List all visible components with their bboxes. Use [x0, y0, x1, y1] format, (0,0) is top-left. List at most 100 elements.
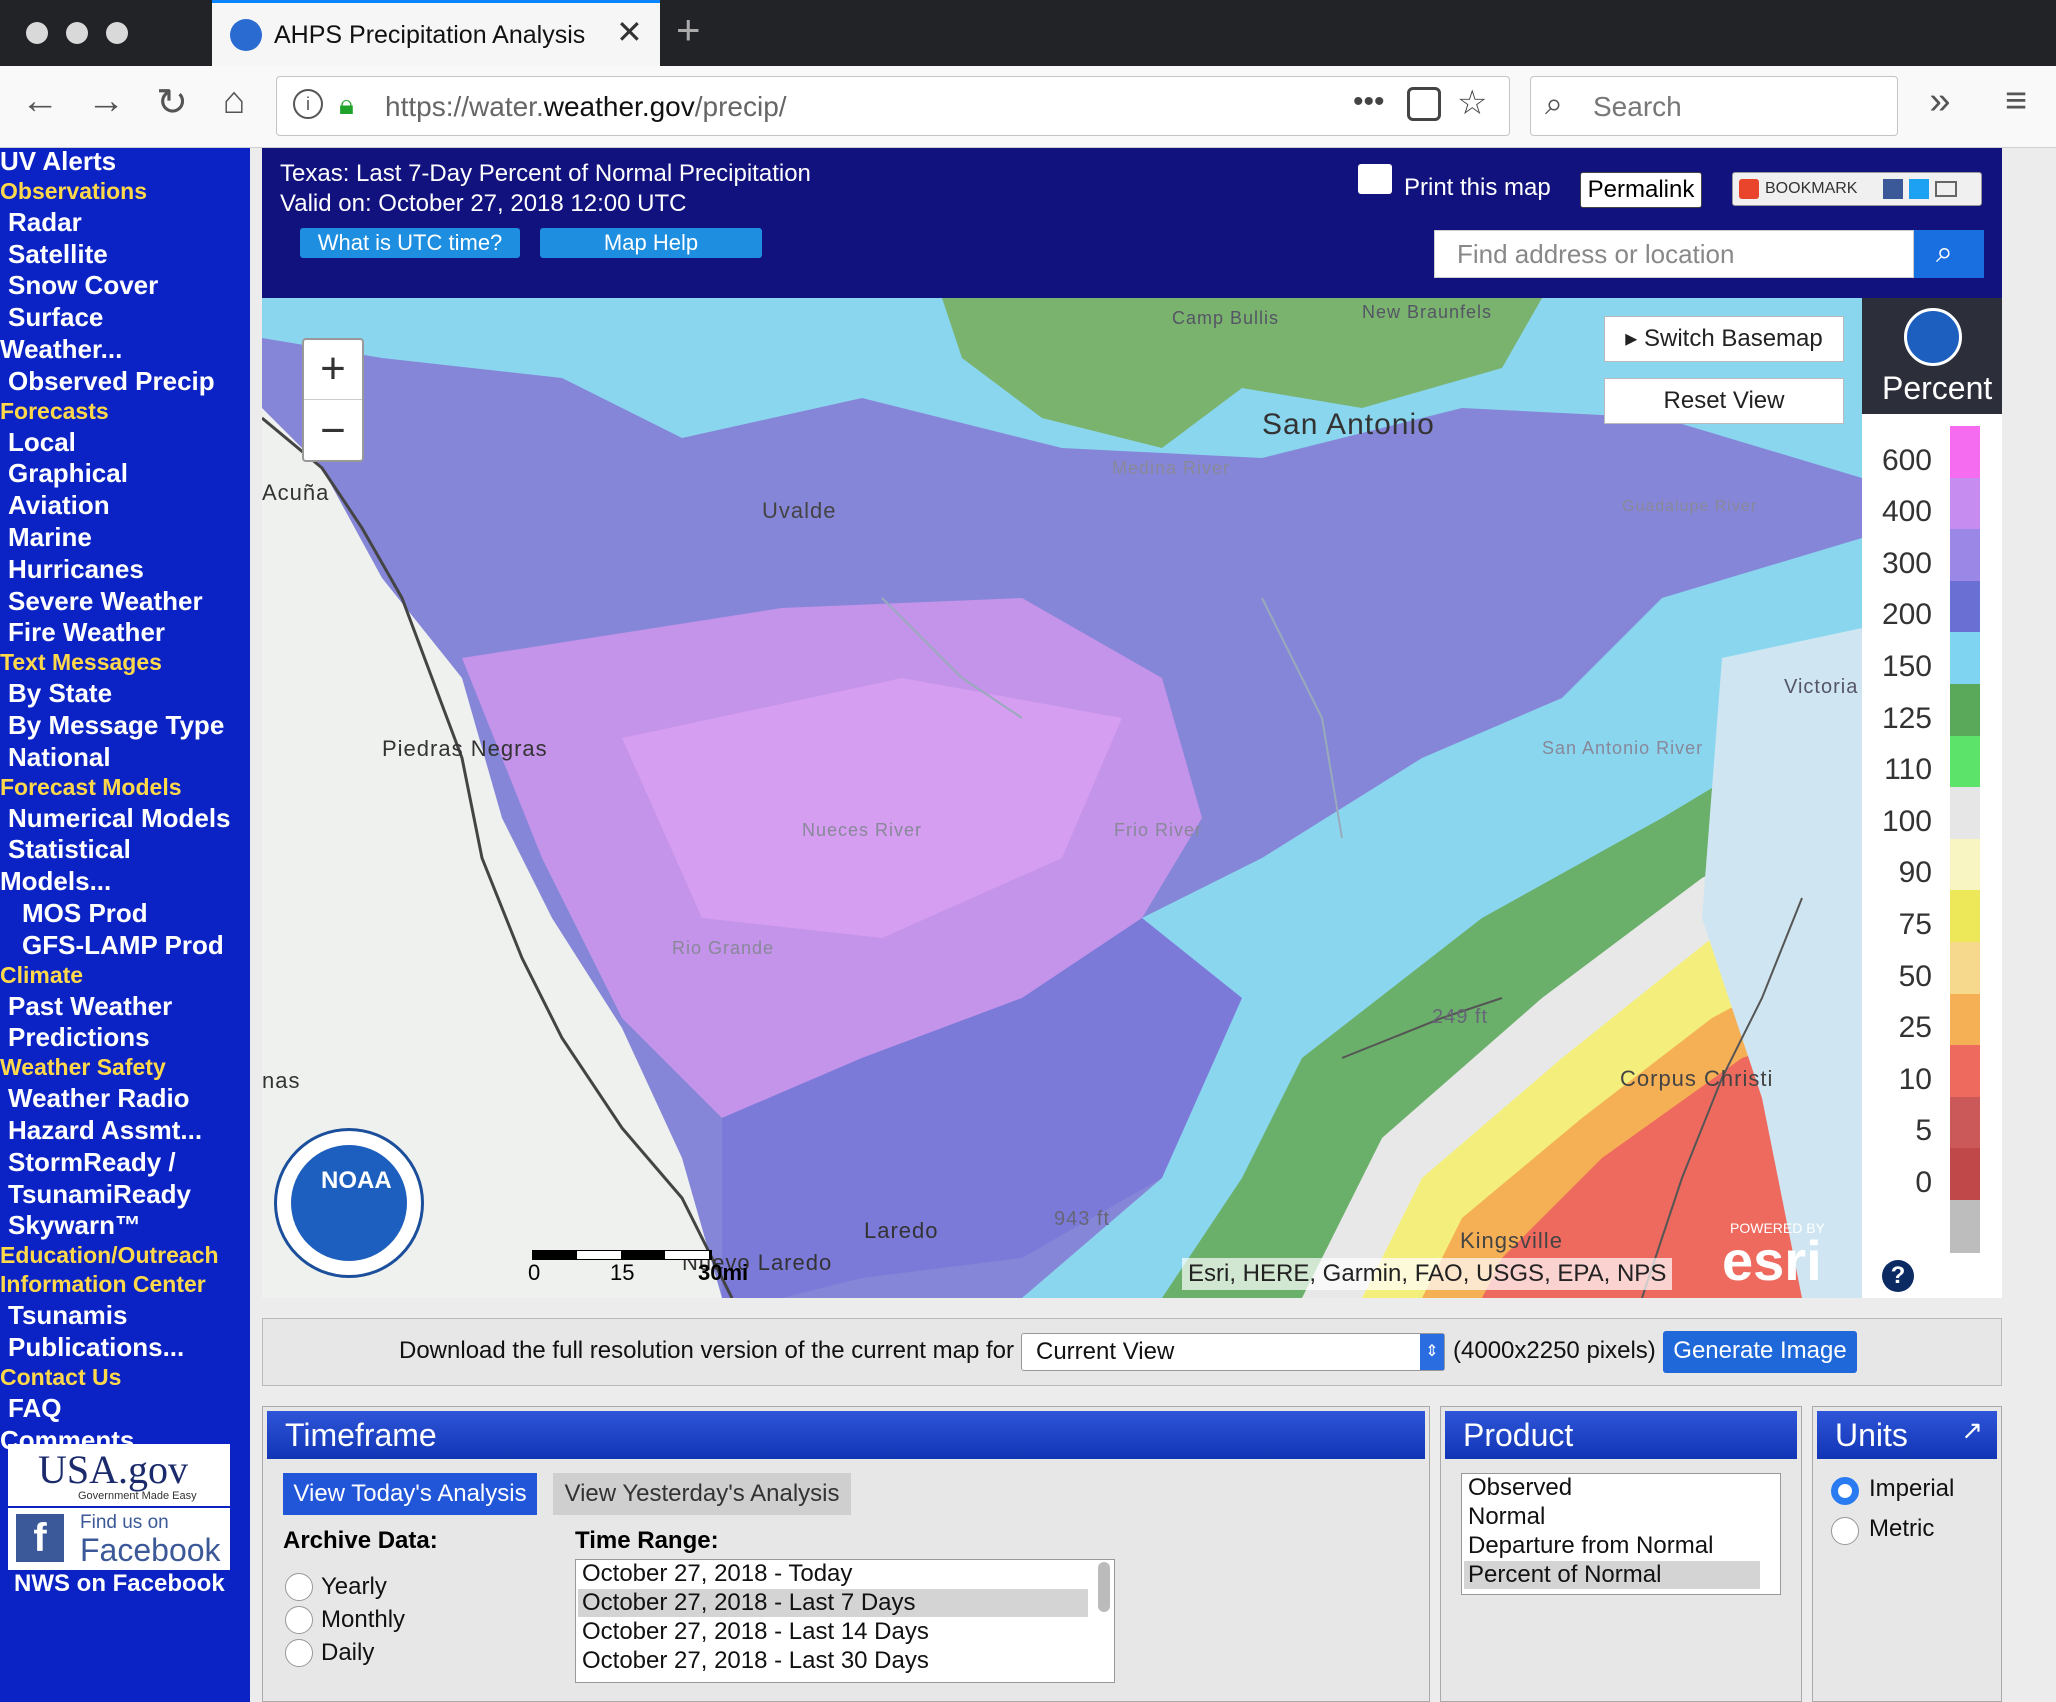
nws-facebook-link[interactable]: NWS on Facebook	[14, 1570, 225, 1598]
sidebar-item[interactable]: By Message Type	[8, 710, 224, 741]
reset-view-button[interactable]: Reset View	[1604, 378, 1844, 424]
sidebar-heading[interactable]: Text Messages	[0, 649, 162, 676]
sidebar-item[interactable]: FAQ	[8, 1393, 61, 1424]
forward-arrow-icon[interactable]: →	[80, 80, 132, 123]
sidebar-item[interactable]: Observed Precip	[8, 366, 215, 397]
product-list[interactable]: Observed Normal Departure from Normal Perce…	[1461, 1473, 1781, 1595]
sidebar-item[interactable]: By State	[8, 678, 112, 709]
overflow-chevron-icon[interactable]: »	[1914, 80, 1966, 123]
today-analysis-button[interactable]: View Today's Analysis	[283, 1473, 537, 1515]
sidebar-item[interactable]: Snow Cover	[8, 270, 158, 301]
switch-basemap-button[interactable]: ▸ Switch Basemap	[1604, 316, 1844, 362]
time-range-option[interactable]: October 27, 2018 - Last 30 Days	[578, 1647, 1088, 1675]
find-location-input[interactable]: Find address or location	[1434, 230, 1914, 278]
reload-icon[interactable]: ↻	[146, 80, 198, 125]
minimize-window-icon[interactable]	[66, 22, 88, 44]
print-map-link[interactable]: Print this map	[1404, 174, 1551, 202]
yesterday-analysis-button[interactable]: View Yesterday's Analysis	[553, 1473, 851, 1515]
time-range-option[interactable]: October 27, 2018 - Today	[578, 1560, 1088, 1588]
archive-radio-monthly[interactable]	[285, 1606, 313, 1634]
twitter-share-icon[interactable]	[1909, 179, 1929, 199]
sidebar-heading[interactable]: Forecast Models	[0, 774, 182, 801]
sidebar-item[interactable]: MOS Prod	[22, 898, 148, 929]
email-share-icon[interactable]	[1935, 181, 1957, 197]
sidebar-item[interactable]: Weather...	[0, 334, 122, 365]
sidebar-item[interactable]: Hazard Assmt...	[8, 1115, 202, 1146]
map-canvas[interactable]	[262, 298, 1862, 1298]
zoom-in-button[interactable]: +	[304, 340, 362, 400]
archive-option-label[interactable]: Monthly	[321, 1606, 405, 1634]
product-option[interactable]: Observed	[1464, 1474, 1760, 1502]
facebook-badge[interactable]: f Find us on Facebook	[8, 1508, 230, 1570]
map-help-button[interactable]: Map Help	[540, 228, 762, 258]
time-range-list[interactable]: October 27, 2018 - Today October 27, 2018…	[575, 1559, 1115, 1683]
find-search-button[interactable]: ⌕	[1914, 230, 1984, 278]
sidebar-item[interactable]: Marine	[8, 522, 92, 553]
utc-time-button[interactable]: What is UTC time?	[300, 228, 520, 258]
home-icon[interactable]: ⌂	[208, 80, 260, 123]
sidebar-item[interactable]: Tsunamis	[8, 1300, 127, 1331]
sidebar-item[interactable]: National	[8, 742, 111, 773]
units-radio-imperial[interactable]	[1831, 1477, 1859, 1505]
sidebar-item[interactable]: Surface	[8, 302, 103, 333]
facebook-share-icon[interactable]	[1883, 179, 1903, 199]
sidebar-item[interactable]: UV Alerts	[0, 148, 116, 177]
sidebar-item[interactable]: Local	[8, 427, 76, 458]
product-option[interactable]: Normal	[1464, 1503, 1760, 1531]
help-icon[interactable]: ?	[1882, 1260, 1914, 1292]
sidebar-heading[interactable]: Contact Us	[0, 1364, 121, 1391]
bookmark-star-icon[interactable]: ☆	[1457, 83, 1487, 123]
sidebar-item[interactable]: GFS-LAMP Prod	[22, 930, 224, 961]
sidebar-item[interactable]: Hurricanes	[8, 554, 144, 585]
close-window-icon[interactable]	[26, 22, 48, 44]
page-actions-icon[interactable]: •••	[1353, 85, 1385, 119]
hamburger-menu-icon[interactable]: ≡	[1990, 80, 2042, 123]
sidebar-item[interactable]: Satellite	[8, 239, 108, 270]
back-arrow-icon[interactable]: ←	[14, 80, 66, 123]
sidebar-item[interactable]: TsunamiReady	[8, 1179, 191, 1210]
sidebar-item[interactable]: Numerical Models	[8, 803, 231, 834]
sidebar-item[interactable]: Radar	[8, 207, 82, 238]
archive-radio-yearly[interactable]	[285, 1573, 313, 1601]
sidebar-heading[interactable]: Forecasts	[0, 398, 109, 425]
units-radio-metric[interactable]	[1831, 1517, 1859, 1545]
list-scrollbar[interactable]	[1098, 1562, 1110, 1612]
sidebar-item[interactable]: Graphical	[8, 458, 128, 489]
units-option-label[interactable]: Imperial	[1869, 1475, 1954, 1503]
sidebar-item[interactable]: StormReady /	[8, 1147, 176, 1178]
maximize-window-icon[interactable]	[106, 22, 128, 44]
product-option[interactable]: Percent of Normal	[1464, 1561, 1760, 1589]
generate-image-button[interactable]: Generate Image	[1663, 1331, 1857, 1373]
product-option[interactable]: Departure from Normal	[1464, 1532, 1760, 1560]
sidebar-heading[interactable]: Climate	[0, 962, 83, 989]
info-icon[interactable]: i	[293, 89, 323, 119]
pocket-icon[interactable]	[1407, 87, 1441, 121]
url-text[interactable]: https://water.weather.gov/precip/	[385, 91, 787, 123]
new-tab-icon[interactable]: +	[676, 6, 701, 54]
sidebar-item[interactable]: Models...	[0, 866, 111, 897]
browser-tab[interactable]: AHPS Precipitation Analysis ✕	[212, 0, 660, 66]
time-range-option[interactable]: October 27, 2018 - Last 14 Days	[578, 1618, 1088, 1646]
sidebar-item[interactable]: Statistical	[8, 834, 131, 865]
sidebar-heading[interactable]: Observations	[0, 178, 147, 205]
printer-icon[interactable]	[1358, 164, 1392, 194]
bookmark-button[interactable]: BOOKMARK	[1732, 172, 1982, 206]
sidebar-item[interactable]: Skywarn™	[8, 1210, 141, 1241]
archive-option-label[interactable]: Daily	[321, 1639, 374, 1667]
sidebar-item[interactable]: Fire Weather	[8, 617, 165, 648]
sidebar-heading[interactable]: Weather Safety	[0, 1054, 166, 1081]
permalink-button[interactable]: Permalink	[1580, 172, 1702, 208]
time-range-option[interactable]: October 27, 2018 - Last 7 Days	[578, 1589, 1088, 1617]
browser-search-box[interactable]: ⌕ Search	[1530, 76, 1898, 136]
sidebar-item[interactable]: Predictions	[8, 1022, 150, 1053]
sidebar-item[interactable]: Weather Radio	[8, 1083, 190, 1114]
zoom-out-button[interactable]: −	[304, 402, 362, 462]
download-view-select[interactable]: Current View ⇕	[1021, 1333, 1445, 1371]
sidebar-item[interactable]: Severe Weather	[8, 586, 203, 617]
units-option-label[interactable]: Metric	[1869, 1515, 1934, 1543]
sidebar-heading[interactable]: Education/Outreach	[0, 1242, 219, 1269]
tab-close-icon[interactable]: ✕	[616, 13, 643, 51]
sidebar-item[interactable]: Publications...	[8, 1332, 184, 1363]
archive-option-label[interactable]: Yearly	[321, 1573, 387, 1601]
archive-radio-daily[interactable]	[285, 1639, 313, 1667]
